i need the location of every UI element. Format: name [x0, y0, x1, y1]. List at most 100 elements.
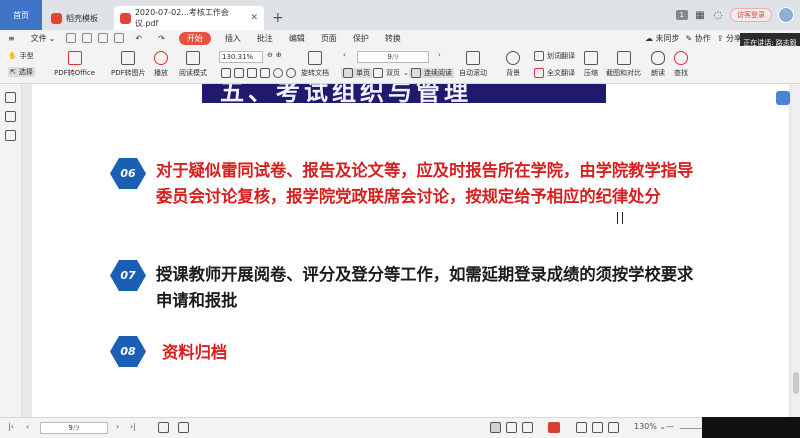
exit-icon[interactable]: [178, 422, 189, 433]
full-translate-label: 全文翻译: [547, 69, 575, 77]
tab-template[interactable]: 稻壳模板: [45, 6, 111, 30]
zoom-in-icon[interactable]: ⊕: [276, 51, 282, 59]
menu-protect[interactable]: 保护: [345, 33, 377, 44]
tab-close-icon[interactable]: ✕: [250, 13, 258, 23]
continuous-read-label: 连续阅读: [424, 69, 452, 77]
document-viewport[interactable]: 五、考试组织与管理 06 对于疑似雷同试卷、报告及论文等，应及时报告所在学院，由…: [22, 84, 800, 417]
grid-icon[interactable]: ▦: [694, 10, 706, 21]
sync-status[interactable]: ☁ 未同步: [645, 33, 680, 44]
continuous-view-icon[interactable]: [522, 422, 533, 433]
fullscreen-icon[interactable]: [576, 422, 587, 433]
menu-insert[interactable]: 插入: [217, 33, 249, 44]
read-mode-label: 阅读模式: [179, 69, 207, 77]
rotate-right-icon[interactable]: [286, 68, 296, 78]
double-page-chevron-icon: ⌄: [403, 69, 409, 77]
double-view-icon[interactable]: [506, 422, 517, 433]
fit-width-icon[interactable]: [234, 68, 244, 78]
menu-icon[interactable]: ≡: [0, 34, 23, 43]
compress-label: 压缩: [584, 69, 598, 77]
menu-convert[interactable]: 转换: [377, 33, 409, 44]
title-right-controls: 1 ▦ ◌ 访客登录: [675, 0, 800, 30]
pdf-to-office-button[interactable]: PDF转Office: [54, 51, 95, 78]
play-button[interactable]: 播放: [154, 51, 168, 78]
next-page-icon[interactable]: ›: [116, 422, 119, 431]
undo-icon[interactable]: ↶: [127, 34, 150, 43]
menu-start[interactable]: 开始: [178, 31, 211, 45]
print-icon[interactable]: [98, 33, 109, 43]
status-page-total: /9: [72, 424, 80, 432]
status-page-input[interactable]: 9/9: [40, 422, 108, 434]
text-cursor-icon: [617, 212, 623, 224]
page-number-input[interactable]: 9/9: [357, 51, 429, 63]
screen-overlay: [702, 417, 800, 438]
copy-page-icon[interactable]: [260, 68, 270, 78]
read-mode-button[interactable]: 阅读模式: [179, 51, 207, 78]
scrollbar-thumb[interactable]: [793, 372, 799, 394]
play-icon: [154, 51, 168, 65]
export-icon[interactable]: [114, 33, 125, 43]
new-tab-button[interactable]: +: [264, 6, 292, 30]
collab-button[interactable]: ✎ 协作: [686, 33, 711, 44]
continuous-read-button[interactable]: 连续阅读: [409, 68, 454, 78]
prev-page-icon[interactable]: ‹: [26, 422, 29, 431]
actual-size-icon[interactable]: [247, 68, 257, 78]
zoom-select[interactable]: 130.31%: [219, 51, 263, 63]
zoom-out-icon[interactable]: ⊖: [267, 51, 273, 59]
auto-scroll-button[interactable]: 自动滚动: [459, 51, 487, 78]
redo-icon[interactable]: ↷: [150, 34, 173, 43]
hand-tool[interactable]: ✋ 手型: [8, 51, 34, 61]
read-aloud-button[interactable]: 朗读: [651, 51, 665, 78]
fit-width-status-icon[interactable]: [608, 422, 619, 433]
slide-title-banner: 五、考试组织与管理: [202, 84, 606, 103]
rotate-left-icon[interactable]: [273, 68, 283, 78]
item-08-text: 资料归档: [162, 340, 227, 366]
find-button[interactable]: 查找: [674, 51, 688, 78]
first-page-icon[interactable]: |‹: [8, 422, 14, 431]
prev-page-button[interactable]: ‹: [343, 51, 346, 59]
screenshot-compare-label: 截图和对比: [606, 69, 641, 77]
rotate-document-button[interactable]: 旋转文档: [301, 51, 329, 78]
save-icon[interactable]: [82, 33, 93, 43]
pdf-to-image-label: PDF转图片: [111, 69, 146, 77]
play-slideshow-icon[interactable]: [548, 422, 560, 433]
pdf-to-image-button[interactable]: PDF转图片: [111, 51, 146, 78]
last-page-icon[interactable]: ›|: [130, 422, 136, 431]
next-page-button[interactable]: ›: [438, 51, 441, 59]
bookmark-icon[interactable]: [5, 92, 16, 103]
open-icon[interactable]: [66, 33, 77, 43]
thumbnail-icon[interactable]: [5, 111, 16, 122]
single-page-label: 单页: [356, 69, 370, 77]
single-page-button[interactable]: 单页: [341, 68, 372, 78]
background-label: 背景: [506, 69, 520, 77]
item-number-badge: 07: [110, 260, 146, 291]
single-view-icon[interactable]: [490, 422, 501, 433]
word-translate-button[interactable]: 划词翻译: [534, 51, 575, 61]
login-button[interactable]: 访客登录: [730, 8, 772, 22]
zoom-out-status-icon[interactable]: —: [666, 422, 674, 431]
tab-pdf-document[interactable]: 2020-07-02...考核工作会议.pdf ✕: [114, 6, 264, 30]
screenshot-compare-button[interactable]: 截图和对比: [606, 51, 641, 78]
double-page-button[interactable]: 双页 ⌄: [373, 68, 409, 78]
zoom-level[interactable]: 130% ⌄: [634, 422, 666, 431]
window-count-badge[interactable]: 1: [675, 10, 688, 20]
menu-edit[interactable]: 编辑: [281, 33, 313, 44]
menu-page[interactable]: 页面: [313, 33, 345, 44]
skin-icon[interactable]: ◌: [712, 10, 724, 21]
select-tool[interactable]: ⇱ 选择: [8, 67, 35, 77]
menu-right-controls: ☁ 未同步 ✎ 协作 ⇪ 分享: [645, 30, 742, 46]
floating-tool-icon[interactable]: [776, 91, 790, 105]
share-button[interactable]: ⇪ 分享: [717, 33, 742, 44]
zoom-controls: ⊖ ⊕: [267, 51, 282, 59]
background-button[interactable]: 背景: [506, 51, 520, 78]
full-translate-button[interactable]: 全文翻译: [534, 68, 575, 78]
vertical-scrollbar[interactable]: [792, 84, 800, 417]
eye-icon[interactable]: [592, 422, 603, 433]
fit-page-icon[interactable]: [221, 68, 231, 78]
menu-comment[interactable]: 批注: [249, 33, 281, 44]
tab-home[interactable]: 首页: [0, 0, 42, 30]
avatar[interactable]: [778, 7, 794, 23]
annotation-icon[interactable]: [5, 130, 16, 141]
compress-button[interactable]: 压缩: [584, 51, 598, 78]
fit-icon[interactable]: [158, 422, 169, 433]
menu-file[interactable]: 文件 ⌄: [23, 33, 64, 44]
